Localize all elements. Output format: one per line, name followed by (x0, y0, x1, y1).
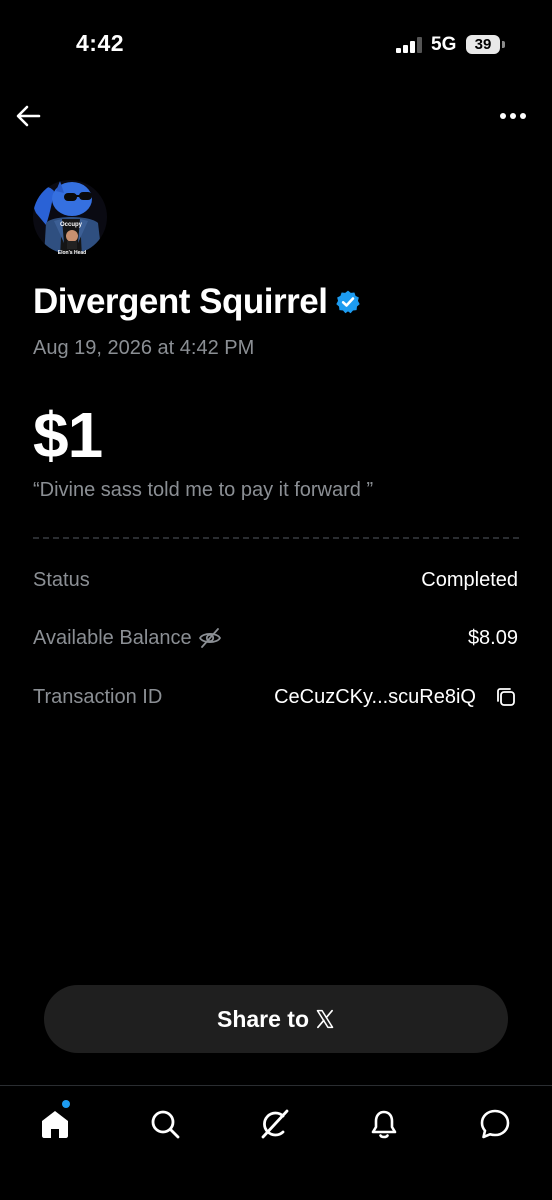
avatar-text-top: Occupy (60, 222, 83, 228)
transaction-id-value: CeCuzCKy...scuRe8iQ (274, 685, 476, 708)
name-row: Divergent Squirrel (33, 282, 361, 322)
copy-icon[interactable] (494, 685, 518, 709)
payment-memo: “Divine sass told me to pay it forward ” (33, 479, 374, 501)
battery-level: 39 (466, 35, 500, 54)
avatar-text-bottom: Elon's Head (58, 250, 86, 256)
back-button[interactable] (12, 100, 44, 132)
balance-row: Available Balance $8.09 (33, 623, 518, 653)
battery-icon: 39 (466, 35, 506, 54)
status-bar: 4:42 5G 39 (0, 0, 552, 90)
share-label: Share to (216, 1005, 310, 1032)
verified-badge-icon (336, 290, 361, 314)
transaction-screen: 4:42 5G 39 Occupy Elon's Head Divergent … (0, 0, 552, 1200)
home-notification-dot (62, 1100, 70, 1108)
status-value: Completed (421, 568, 518, 591)
battery-cap (502, 41, 505, 48)
home-icon (42, 1111, 68, 1138)
signal-icon (396, 37, 422, 53)
tab-search[interactable] (145, 1104, 185, 1144)
chat-bubble-icon (480, 1109, 510, 1139)
arrow-left-icon (16, 105, 41, 127)
transaction-date: Aug 19, 2026 at 4:42 PM (33, 337, 255, 359)
tab-home[interactable] (35, 1104, 75, 1144)
payment-amount: $1 (33, 399, 103, 471)
share-to-x-button[interactable]: Share to (44, 985, 508, 1053)
transaction-id-group: CeCuzCKy...scuRe8iQ (274, 685, 518, 709)
tab-messages[interactable] (475, 1104, 515, 1144)
avatar[interactable]: Occupy Elon's Head (32, 173, 108, 257)
network-type: 5G (431, 34, 457, 55)
dashed-divider (33, 537, 519, 539)
tab-notifications[interactable] (364, 1104, 404, 1144)
tab-grok[interactable] (255, 1104, 295, 1144)
balance-label-group: Available Balance (33, 626, 222, 650)
status-label: Status (33, 568, 90, 591)
search-icon (151, 1110, 180, 1139)
x-logo-icon (316, 1009, 334, 1029)
eye-off-icon[interactable] (198, 626, 222, 650)
balance-value: $8.09 (467, 626, 518, 649)
more-options-button[interactable] (496, 100, 530, 132)
status-row: Status Completed (33, 565, 518, 595)
display-name[interactable]: Divergent Squirrel (33, 282, 328, 322)
more-horizontal-icon (500, 113, 526, 119)
transaction-id-label: Transaction ID (33, 685, 163, 708)
status-time: 4:42 (76, 30, 125, 56)
bottom-tab-bar (0, 1085, 552, 1200)
transaction-id-row: Transaction ID CeCuzCKy...scuRe8iQ (33, 682, 518, 712)
balance-label: Available Balance (33, 626, 192, 649)
bell-icon (371, 1110, 397, 1139)
grok-icon (261, 1109, 289, 1139)
